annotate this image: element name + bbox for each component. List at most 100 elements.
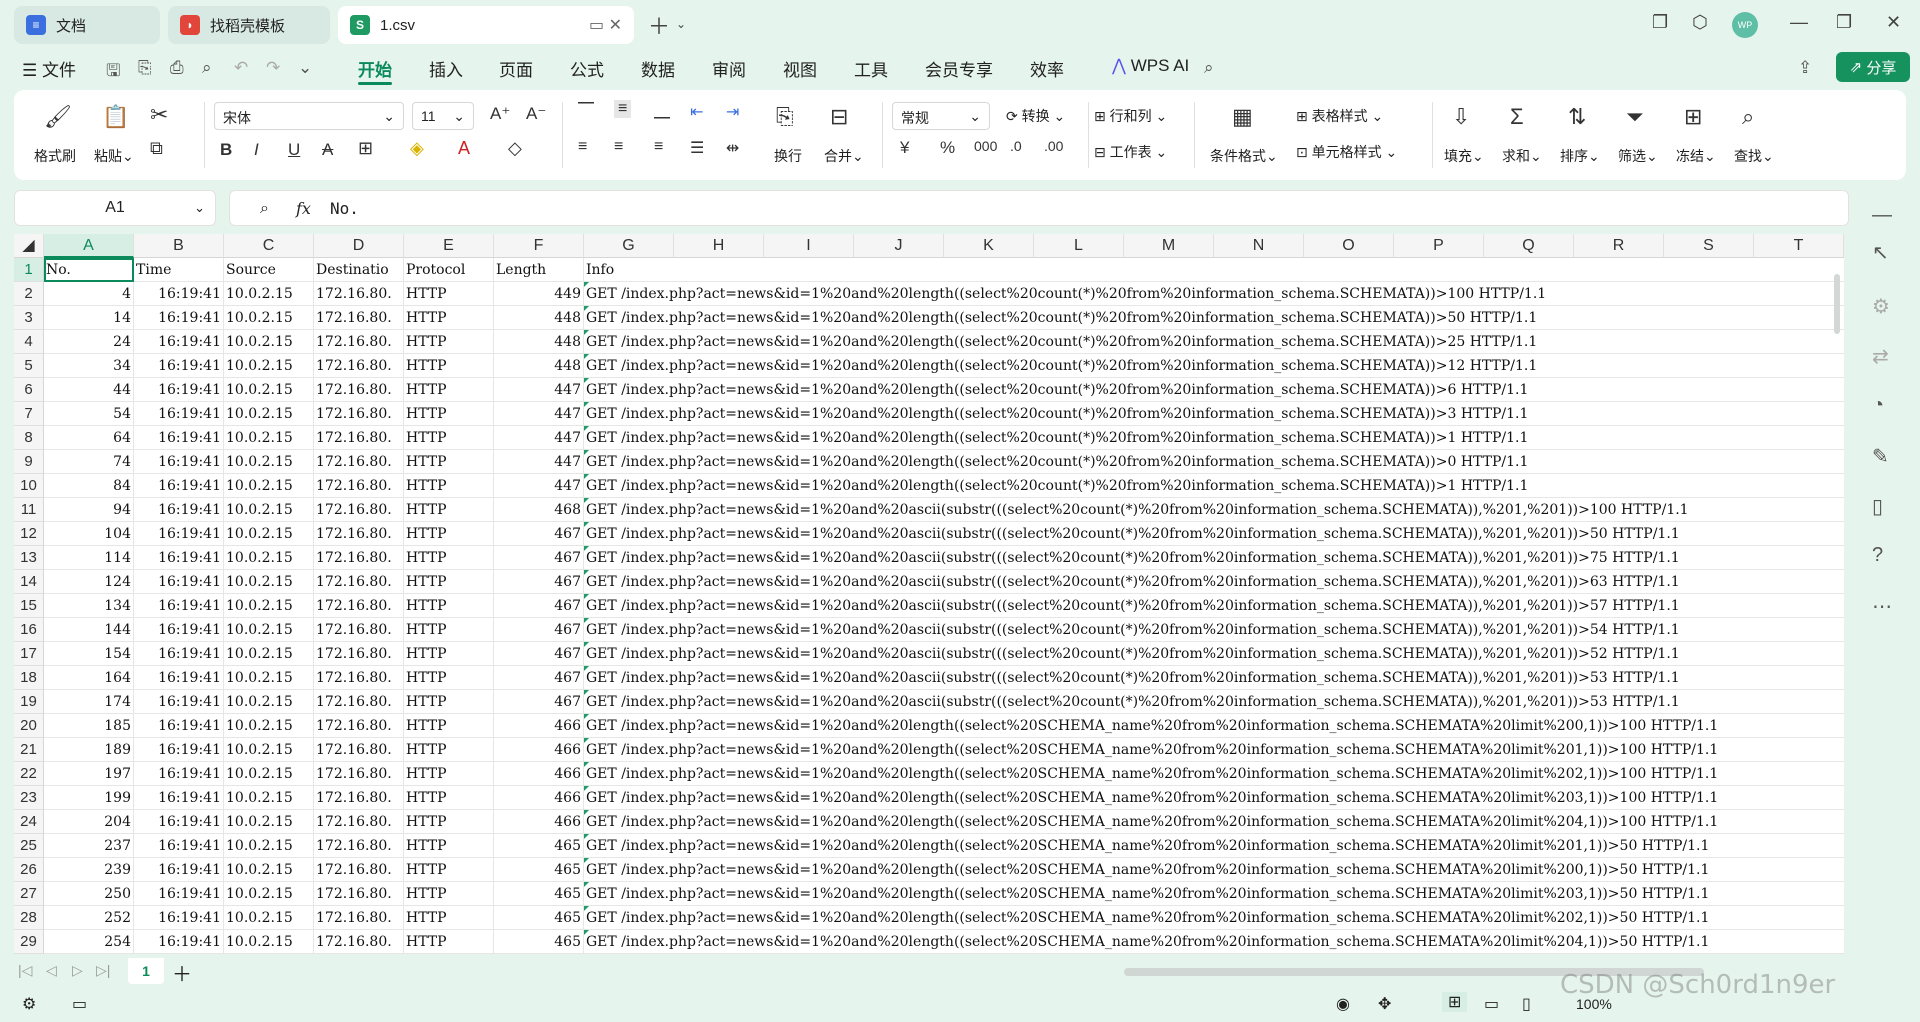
table-cell[interactable]: GET /index.php?act=news&id=1%20and%20len… bbox=[584, 930, 1844, 954]
avatar[interactable]: WP bbox=[1732, 12, 1758, 38]
row-header[interactable]: 2 bbox=[14, 282, 44, 306]
chevron-down-icon[interactable]: ⌄ bbox=[298, 58, 312, 78]
row-header[interactable]: 19 bbox=[14, 690, 44, 714]
row-header[interactable]: 26 bbox=[14, 858, 44, 882]
table-cell[interactable]: GET /index.php?act=news&id=1%20and%20asc… bbox=[584, 570, 1844, 594]
table-cell[interactable]: 94 bbox=[44, 498, 134, 522]
column-header-L[interactable]: L bbox=[1034, 234, 1124, 258]
table-cell[interactable]: 465 bbox=[494, 858, 584, 882]
transfer-icon[interactable]: ⇄ bbox=[1872, 344, 1889, 369]
table-cell[interactable]: 16:19:41 bbox=[134, 810, 224, 834]
table-cell[interactable]: 449 bbox=[494, 282, 584, 306]
formula-input[interactable]: ⌕ fx No. bbox=[229, 190, 1849, 226]
table-cell[interactable]: GET /index.php?act=news&id=1%20and%20len… bbox=[584, 450, 1844, 474]
table-cell[interactable]: 465 bbox=[494, 882, 584, 906]
column-header-Q[interactable]: Q bbox=[1484, 234, 1574, 258]
table-cell[interactable]: 16:19:41 bbox=[134, 330, 224, 354]
decrease-decimal-icon[interactable]: .00 bbox=[1044, 138, 1063, 154]
currency-icon[interactable]: ¥ bbox=[900, 138, 909, 158]
column-header-A[interactable]: A bbox=[44, 234, 134, 258]
table-cell[interactable]: 447 bbox=[494, 450, 584, 474]
increase-font-icon[interactable]: A⁺ bbox=[490, 104, 510, 124]
table-cell[interactable]: HTTP bbox=[404, 546, 494, 570]
bold-icon[interactable]: B bbox=[220, 140, 232, 160]
table-cell[interactable]: HTTP bbox=[404, 666, 494, 690]
table-cell[interactable]: Time bbox=[134, 258, 224, 282]
table-cell[interactable]: 172.16.80. bbox=[314, 378, 404, 402]
table-cell[interactable]: No. bbox=[44, 258, 134, 282]
table-cell[interactable]: GET /index.php?act=news&id=1%20and%20len… bbox=[584, 378, 1844, 402]
cloud-upload-icon[interactable]: ⇪ bbox=[1798, 58, 1812, 78]
table-cell[interactable]: 172.16.80. bbox=[314, 714, 404, 738]
find-icon[interactable]: ⌕ bbox=[1742, 104, 1754, 130]
column-header-T[interactable]: T bbox=[1754, 234, 1844, 258]
table-cell[interactable]: 10.0.2.15 bbox=[224, 834, 314, 858]
menu-view[interactable]: 视图 bbox=[783, 56, 817, 81]
table-cell[interactable]: GET /index.php?act=news&id=1%20and%20asc… bbox=[584, 642, 1844, 666]
table-cell[interactable]: 467 bbox=[494, 546, 584, 570]
table-cell[interactable]: 16:19:41 bbox=[134, 306, 224, 330]
new-tab-icon[interactable]: ＋ bbox=[648, 9, 670, 41]
rows-cols-button[interactable]: ⊞ 行和列 ⌄ bbox=[1094, 106, 1167, 126]
table-cell[interactable]: HTTP bbox=[404, 738, 494, 762]
table-cell[interactable]: 467 bbox=[494, 522, 584, 546]
row-header[interactable]: 15 bbox=[14, 594, 44, 618]
row-header[interactable]: 21 bbox=[14, 738, 44, 762]
table-cell[interactable]: GET /index.php?act=news&id=1%20and%20len… bbox=[584, 714, 1844, 738]
window-restore-icon[interactable]: ❐ bbox=[1652, 12, 1668, 33]
table-cell[interactable]: 10.0.2.15 bbox=[224, 666, 314, 690]
table-cell[interactable]: GET /index.php?act=news&id=1%20and%20asc… bbox=[584, 618, 1844, 642]
table-cell[interactable]: HTTP bbox=[404, 810, 494, 834]
more-icon[interactable]: ⋯ bbox=[1872, 594, 1892, 619]
table-cell[interactable]: 16:19:41 bbox=[134, 546, 224, 570]
indent-icon[interactable]: ⇥ bbox=[726, 102, 739, 122]
table-cell[interactable]: 466 bbox=[494, 786, 584, 810]
table-cell[interactable]: 250 bbox=[44, 882, 134, 906]
menu-page[interactable]: 页面 bbox=[499, 56, 533, 81]
table-cell[interactable]: 10.0.2.15 bbox=[224, 786, 314, 810]
table-cell[interactable]: 467 bbox=[494, 666, 584, 690]
table-cell[interactable]: 16:19:41 bbox=[134, 474, 224, 498]
name-box[interactable]: A1 ⌄ bbox=[14, 190, 216, 226]
table-cell[interactable]: 10.0.2.15 bbox=[224, 354, 314, 378]
column-header-N[interactable]: N bbox=[1214, 234, 1304, 258]
sum-button[interactable]: 求和⌄ bbox=[1502, 146, 1542, 166]
table-style-button[interactable]: ⊞ 表格样式 ⌄ bbox=[1296, 106, 1383, 126]
sort-icon[interactable]: ⇅ bbox=[1568, 104, 1586, 130]
table-cell[interactable]: 172.16.80. bbox=[314, 570, 404, 594]
table-cell[interactable]: GET /index.php?act=news&id=1%20and%20asc… bbox=[584, 594, 1844, 618]
format-painter-button[interactable]: 格式刷 bbox=[34, 146, 76, 166]
page-break-view-icon[interactable]: ▯ bbox=[1522, 994, 1531, 1014]
table-cell[interactable]: GET /index.php?act=news&id=1%20and%20asc… bbox=[584, 690, 1844, 714]
table-cell[interactable]: 172.16.80. bbox=[314, 282, 404, 306]
table-cell[interactable]: HTTP bbox=[404, 930, 494, 954]
table-cell[interactable]: Source bbox=[224, 258, 314, 282]
table-cell[interactable]: 16:19:41 bbox=[134, 282, 224, 306]
page-view-icon[interactable]: ▭ bbox=[1484, 994, 1499, 1014]
row-header[interactable]: 13 bbox=[14, 546, 44, 570]
table-cell[interactable]: 172.16.80. bbox=[314, 498, 404, 522]
spreadsheet-grid[interactable]: ◢ A B C D E F G H I J K L M N O P Q R S T 1 No. Time Source Dest… bbox=[14, 234, 1844, 954]
row-header[interactable]: 3 bbox=[14, 306, 44, 330]
align-top-icon[interactable]: ⎺ bbox=[578, 102, 594, 120]
conditional-format-icon[interactable]: ▦ bbox=[1232, 104, 1253, 130]
percent-icon[interactable]: % bbox=[940, 138, 955, 158]
table-cell[interactable]: GET /index.php?act=news&id=1%20and%20len… bbox=[584, 858, 1844, 882]
row-header[interactable]: 18 bbox=[14, 666, 44, 690]
convert-button[interactable]: ⟳ 转换 ⌄ bbox=[1006, 106, 1065, 126]
column-header-D[interactable]: D bbox=[314, 234, 404, 258]
table-cell[interactable]: GET /index.php?act=news&id=1%20and%20len… bbox=[584, 426, 1844, 450]
number-format-select[interactable]: 常规 ⌄ bbox=[892, 102, 990, 130]
table-cell[interactable]: 172.16.80. bbox=[314, 330, 404, 354]
chevron-down-icon[interactable]: ⌄ bbox=[676, 17, 686, 31]
table-cell[interactable]: 185 bbox=[44, 714, 134, 738]
share-button[interactable]: ⇗ 分享 bbox=[1836, 52, 1910, 82]
filter-button[interactable]: 筛选⌄ bbox=[1618, 146, 1658, 166]
menu-insert[interactable]: 插入 bbox=[429, 56, 463, 81]
table-cell[interactable]: 467 bbox=[494, 642, 584, 666]
tools-icon[interactable]: ✎ bbox=[1872, 444, 1889, 469]
table-cell[interactable]: 16:19:41 bbox=[134, 450, 224, 474]
table-cell[interactable]: 10.0.2.15 bbox=[224, 642, 314, 666]
cube-icon[interactable]: ⬡ bbox=[1692, 12, 1708, 33]
row-header[interactable]: 5 bbox=[14, 354, 44, 378]
